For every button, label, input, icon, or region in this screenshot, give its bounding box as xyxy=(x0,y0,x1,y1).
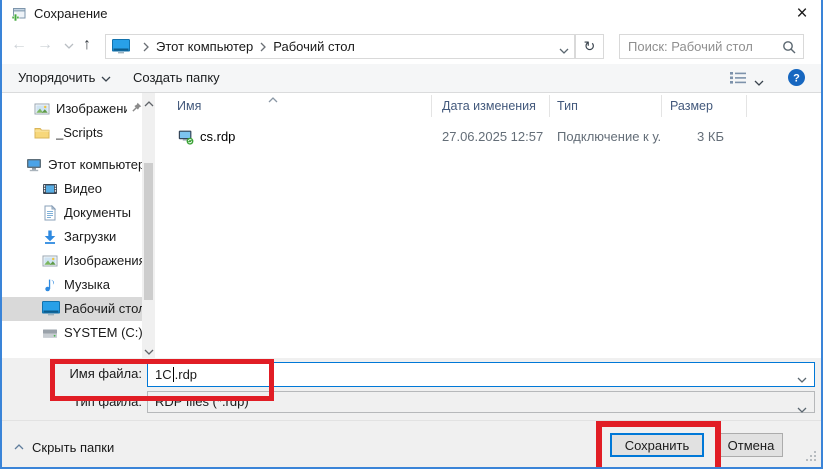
sidebar-item-pictures[interactable]: Изображения xyxy=(2,249,142,273)
file-size: 3 КБ xyxy=(662,127,747,147)
chevron-down-icon xyxy=(101,64,111,92)
desktop-icon xyxy=(112,39,130,54)
search-input[interactable] xyxy=(620,35,803,58)
pin-icon xyxy=(131,97,142,121)
drive-icon xyxy=(42,325,58,341)
filetype-label: Тип файла: xyxy=(42,390,142,414)
svg-text:?: ? xyxy=(793,72,800,84)
filename-value-after-caret: .rdp xyxy=(175,367,197,382)
new-folder-button[interactable]: Создать папку xyxy=(133,64,220,92)
cancel-button[interactable]: Отмена xyxy=(719,433,783,457)
content-area: Изображени_Scripts Этот компьютерВидеоДок… xyxy=(2,93,821,358)
column-header-size[interactable]: Размер xyxy=(662,95,747,117)
refresh-button[interactable]: ↻ xyxy=(575,34,604,59)
sidebar-item-computer[interactable]: Этот компьютер xyxy=(2,153,142,177)
close-button[interactable]: × xyxy=(789,0,815,26)
column-header-modified[interactable]: Дата изменения xyxy=(432,95,550,117)
help-icon[interactable]: ? xyxy=(788,69,805,86)
resize-grip[interactable] xyxy=(805,450,817,465)
toolbar: Упорядочить Создать папку xyxy=(2,64,821,93)
sidebar-item-label: Видео xyxy=(64,177,102,201)
sidebar-item-label: Документы xyxy=(64,201,131,225)
file-modified: 27.06.2025 12:57 xyxy=(432,127,550,147)
chevron-up-icon xyxy=(14,444,24,450)
computer-icon xyxy=(26,157,42,173)
filetype-select[interactable]: RDP files (*.rdp) xyxy=(147,391,815,413)
breadcrumb-item-desktop[interactable]: Рабочий стол xyxy=(273,39,355,54)
sidebar-item-document[interactable]: Документы xyxy=(2,201,142,225)
sidebar-scrollbar xyxy=(142,93,155,358)
column-headers: Имя Дата изменения Тип Размер xyxy=(158,95,823,117)
address-bar[interactable]: Этот компьютер Рабочий стол xyxy=(105,34,575,59)
pictures-icon xyxy=(42,253,58,269)
sidebar-item-label: Изображени xyxy=(56,97,127,121)
view-mode-chevron[interactable] xyxy=(754,74,764,89)
sidebar-item-label: Изображения xyxy=(64,249,142,273)
sidebar: Изображени_Scripts Этот компьютерВидеоДок… xyxy=(2,93,155,358)
text-caret xyxy=(173,367,174,382)
filename-dropdown-chevron[interactable] xyxy=(797,371,807,386)
column-header-type[interactable]: Тип xyxy=(550,95,662,117)
sidebar-item-music[interactable]: Музыка xyxy=(2,273,142,297)
organize-label: Упорядочить xyxy=(18,70,95,85)
sidebar-item-label: _Scripts xyxy=(56,121,103,145)
sidebar-item-label: Загрузки xyxy=(64,225,116,249)
sidebar-item-label: SYSTEM (C:) xyxy=(64,321,142,345)
sidebar-item-label: Рабочий стол xyxy=(64,297,142,321)
view-details-icon[interactable] xyxy=(729,71,747,88)
sidebar-items: Изображени_Scripts Этот компьютерВидеоДок… xyxy=(2,97,142,345)
search-icon xyxy=(782,40,796,57)
file-name-cell: cs.rdp xyxy=(158,127,432,147)
nav-back-button[interactable]: ← xyxy=(8,28,30,64)
sidebar-item-label: Музыка xyxy=(64,273,110,297)
filetype-dropdown-chevron xyxy=(797,399,807,419)
column-header-name[interactable]: Имя xyxy=(158,95,432,117)
save-button[interactable]: Сохранить xyxy=(610,433,704,457)
filetype-value: RDP files (*.rdp) xyxy=(155,394,249,409)
breadcrumb-separator-icon xyxy=(260,42,266,52)
hide-folders-label: Скрыть папки xyxy=(32,440,114,455)
scrollbar-thumb[interactable] xyxy=(144,163,153,300)
file-list: Имя Дата изменения Тип Размер cs.rdp 27.… xyxy=(158,93,823,358)
file-row[interactable]: cs.rdp 27.06.2025 12:57 Подключение к у.… xyxy=(158,127,823,147)
folder-icon xyxy=(34,125,50,141)
scrollbar-down-button[interactable] xyxy=(142,343,155,356)
downloads-icon xyxy=(42,229,58,245)
organize-button[interactable]: Упорядочить xyxy=(18,64,111,92)
nav-forward-button[interactable]: → xyxy=(34,28,56,64)
sidebar-item-desktop[interactable]: Рабочий стол xyxy=(2,297,142,321)
scrollbar-up-button[interactable] xyxy=(142,95,155,108)
video-icon xyxy=(42,181,58,197)
save-dialog-window: Сохранение × ← → ↑ Этот компьютер Рабочи… xyxy=(0,0,823,469)
file-type: Подключение к у... xyxy=(550,127,662,147)
filename-input[interactable]: 1C.rdp xyxy=(147,362,815,387)
sidebar-item-folder[interactable]: _Scripts xyxy=(2,121,142,145)
nav-up-button[interactable]: ↑ xyxy=(76,28,98,64)
sidebar-item-drive[interactable]: SYSTEM (C:) xyxy=(2,321,142,345)
desktop-icon xyxy=(42,301,58,317)
pictures-icon xyxy=(34,101,50,117)
breadcrumb-separator-icon xyxy=(143,42,149,52)
file-name: cs.rdp xyxy=(200,127,235,147)
sidebar-item-label: Этот компьютер xyxy=(48,153,142,177)
footer-divider xyxy=(2,420,821,421)
window-title: Сохранение xyxy=(34,0,108,28)
titlebar: Сохранение × xyxy=(2,0,821,28)
sort-indicator-chevron-up-icon[interactable] xyxy=(268,92,278,106)
sidebar-item-downloads[interactable]: Загрузки xyxy=(2,225,142,249)
music-icon xyxy=(42,277,58,293)
filename-label: Имя файла: xyxy=(42,362,142,386)
search-box xyxy=(619,34,804,59)
filename-value-before-caret: 1C xyxy=(155,367,172,382)
document-icon xyxy=(42,205,58,221)
breadcrumb-item-computer[interactable]: Этот компьютер xyxy=(156,39,253,54)
rdp-file-icon xyxy=(178,129,194,145)
save-window-icon xyxy=(10,6,26,22)
sidebar-item-video[interactable]: Видео xyxy=(2,177,142,201)
hide-folders-button[interactable]: Скрыть папки xyxy=(14,435,114,459)
address-dropdown-chevron[interactable] xyxy=(559,42,569,57)
sidebar-item-pictures[interactable]: Изображени xyxy=(2,97,142,121)
nav-row: ← → ↑ Этот компьютер Рабочий стол ↻ xyxy=(2,28,821,64)
